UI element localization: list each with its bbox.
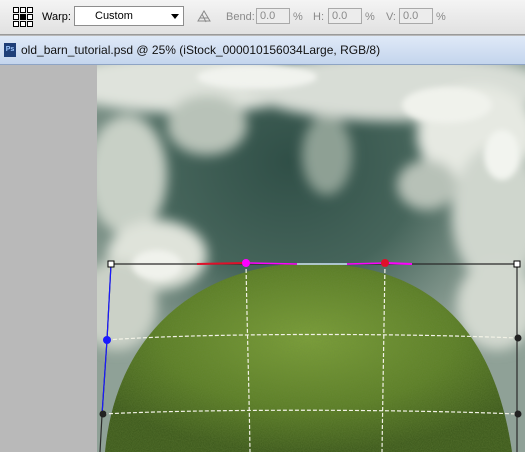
reference-point-grid-icon[interactable] (13, 7, 33, 27)
document-title: old_barn_tutorial.psd @ 25% (iStock_0000… (21, 43, 381, 57)
warp-orientation-icon[interactable] (196, 8, 212, 24)
v-distort-input[interactable]: 0.0 (399, 8, 433, 24)
chevron-down-icon (171, 14, 179, 19)
warp-style-dropdown[interactable]: Custom (74, 6, 184, 26)
v-distort-percent: % (436, 11, 446, 23)
bend-input[interactable]: 0.0 (256, 8, 290, 24)
h-distort-input[interactable]: 0.0 (328, 8, 362, 24)
warp-handle-blue[interactable] (103, 336, 111, 344)
warp-style-value: Custom (95, 10, 133, 22)
h-distort-label: H: (313, 11, 324, 23)
canvas-image (97, 65, 525, 452)
options-bar: Warp: Custom Bend: 0.0 % H: 0.0 % V: 0.0… (0, 0, 525, 35)
canvas-area[interactable] (0, 65, 525, 452)
warp-label: Warp: (42, 11, 71, 23)
bend-percent: % (293, 11, 303, 23)
warp-handle-magenta[interactable] (242, 259, 250, 267)
warp-corner-top-left[interactable] (107, 260, 115, 268)
image-canvas[interactable] (97, 65, 525, 452)
warp-point-right-upper[interactable] (514, 334, 522, 342)
h-distort-percent: % (365, 11, 375, 23)
document-tab[interactable]: Ps old_barn_tutorial.psd @ 25% (iStock_0… (0, 36, 525, 65)
bend-label: Bend: (226, 11, 255, 23)
v-distort-label: V: (386, 11, 396, 23)
warp-point-right-lower[interactable] (514, 410, 522, 418)
warp-point-left[interactable] (99, 410, 107, 418)
photoshop-document-icon: Ps (4, 43, 16, 57)
warp-handle-red[interactable] (381, 259, 389, 267)
warp-corner-top-right[interactable] (513, 260, 521, 268)
